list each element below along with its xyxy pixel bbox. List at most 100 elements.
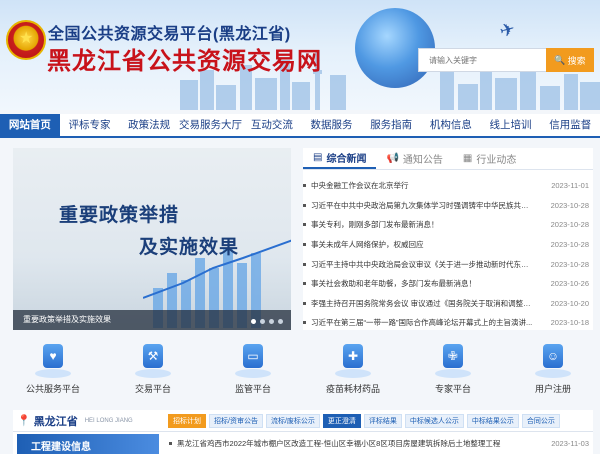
bullet [169, 441, 172, 445]
nav-service-guide[interactable]: 服务指南 [361, 114, 421, 136]
tab-evaluation-result[interactable]: 评标结果 [363, 413, 402, 428]
news-date: 2023-10-18 [550, 318, 589, 328]
service-label: 交易平台 [134, 384, 171, 394]
news-icon: ▤ [313, 152, 323, 163]
news-item[interactable]: 习近平在中共中央政治局第九次集体学习时强调铸牢中华民族共同... 2023-10-… [303, 196, 593, 216]
user-register-link[interactable]: ☺ 用户注册 [513, 338, 593, 402]
news-item[interactable]: 事关社会救助和老年助餐，多部门发布最新消息！ 2023-10-26 [303, 274, 593, 294]
trading-platform-link[interactable]: ⚒ 交易平台 [113, 338, 193, 402]
bullet [303, 321, 306, 325]
nav-institutions[interactable]: 机构信息 [421, 114, 481, 136]
nav-credit-supervision[interactable]: 信用监督 [540, 114, 600, 136]
tab-notices[interactable]: 📢 通知公告 [376, 148, 452, 169]
main-nav: 网站首页 评标专家 政策法规 交易服务大厅 互动交流 数据服务 服务指南 机构信… [0, 114, 600, 138]
emblem-star-icon: ★ [19, 30, 34, 47]
medical-kit-icon: ✙ [435, 342, 471, 378]
hand-heart-icon: ♥ [35, 342, 71, 378]
carousel-dots [251, 319, 283, 324]
news-item[interactable]: 事关未成年人网络保护，权威回应 2023-10-28 [303, 235, 593, 255]
bullet [303, 282, 306, 286]
site-title[interactable]: 黑龙江省公共资源交易网 [47, 41, 322, 76]
banner-headline-1: 重要政策举措 [59, 204, 180, 226]
trading-info-tabs: 招标计划 招标/资审公告 流标/废标公示 更正澄清 评标结果 中标候选人公示 中… [168, 413, 560, 428]
service-label: 用户注册 [534, 384, 571, 394]
news-item[interactable]: 习近平在第三届“一带一路”国际合作高峰论坛开幕式上的主旨演讲... 2023-10… [303, 313, 593, 333]
news-item[interactable]: 李强主持召开国务院常务会议 审议通过《国务院关于取消和调整一系... 2023-1… [303, 294, 593, 314]
vaccine-drugs-link[interactable]: ✚ 疫苗耗材药品 [313, 338, 393, 402]
tab-corrections[interactable]: 更正澄清 [322, 413, 361, 428]
carousel-dot[interactable] [278, 319, 283, 324]
search-icon: 🔍 [554, 54, 566, 65]
news-date: 2023-10-28 [550, 200, 589, 210]
trend-icon: ▦ [462, 153, 473, 164]
carousel-dot[interactable] [269, 319, 274, 324]
tab-award-notice[interactable]: 中标结果公示 [466, 413, 519, 428]
news-list: 中央金融工作会议在北京举行 2023-11-01 习近平在中共中央政治局第九次集体… [303, 170, 593, 333]
gavel-icon: ⚒ [135, 342, 171, 378]
tab-industry-news[interactable]: ▦ 行业动态 [453, 148, 526, 169]
bullet [303, 184, 306, 188]
search-input[interactable] [419, 49, 549, 71]
public-service-platform-link[interactable]: ♥ 公共服务平台 [13, 338, 93, 402]
trading-info-header: 📍 黑龙江省 HEI LONG JIANG 招标计划 招标/资审公告 流标/废标… [13, 410, 593, 432]
news-date: 2023-10-26 [550, 279, 589, 289]
news-date: 2023-10-28 [550, 259, 589, 269]
news-item[interactable]: 事关专利，刚刚多部门发布最新消息！ 2023-10-28 [303, 215, 593, 235]
news-item[interactable]: 中央金融工作会议在北京举行 2023-11-01 [303, 176, 593, 196]
supervision-platform-link[interactable]: ▭ 监管平台 [213, 338, 293, 402]
nav-interaction[interactable]: 互动交流 [242, 114, 302, 136]
location-pin-icon: 📍 [17, 415, 31, 427]
nav-data-services[interactable]: 数据服务 [302, 114, 362, 136]
news-title: 习近平在第三届“一带一路”国际合作高峰论坛开幕式上的主旨演讲... [311, 318, 533, 328]
news-date: 2023-10-28 [550, 240, 589, 250]
tab-general-news[interactable]: ▤ 综合新闻 [303, 148, 377, 169]
expert-platform-link[interactable]: ✙ 专家平台 [413, 338, 493, 402]
tab-label: 综合新闻 [326, 154, 367, 165]
news-title: 事关社会救助和老年助餐，多部门发布最新消息！ [311, 279, 476, 289]
trading-info-panel: 📍 黑龙江省 HEI LONG JIANG 招标计划 招标/资审公告 流标/废标… [13, 410, 593, 454]
nav-service-hall[interactable]: 交易服务大厅 [179, 114, 242, 136]
service-label: 公共服务平台 [25, 384, 80, 394]
news-title: 事关专利，刚刚多部门发布最新消息！ [311, 220, 439, 230]
megaphone-icon: 📢 [386, 153, 399, 164]
news-panel: ▤ 综合新闻 📢 通知公告 ▦ 行业动态 中央金融工作会议在北京举行 2023-1… [303, 148, 593, 330]
service-label: 监管平台 [234, 384, 271, 394]
bullet [303, 223, 306, 227]
news-date: 2023-10-28 [550, 220, 589, 230]
bullet [303, 301, 306, 305]
service-shortcuts: ♥ 公共服务平台 ⚒ 交易平台 ▭ 监管平台 ✚ 疫苗耗材药品 ✙ 专家平台 ☺… [13, 338, 593, 402]
region-name-en: HEI LONG JIANG [84, 417, 133, 424]
tab-tender-notice[interactable]: 招标/资审公告 [209, 413, 263, 428]
nav-experts[interactable]: 评标专家 [60, 114, 120, 136]
tab-candidate-notice[interactable]: 中标候选人公示 [404, 413, 464, 428]
news-date: 2023-11-01 [551, 181, 589, 191]
monitor-chart-icon: ▭ [235, 342, 271, 378]
search-button[interactable]: 🔍 搜索 [546, 48, 594, 72]
bullet [303, 262, 306, 266]
news-item[interactable]: 习近平主持中共中央政治局会议审议《关于进一步推动新时代东北全面... 2023-1… [303, 254, 593, 274]
banner-caption[interactable]: 重要政策举措及实施效果 [13, 310, 291, 330]
tab-label: 通知公告 [402, 155, 443, 166]
banner-carousel[interactable]: 重要政策举措 及实施效果 重要政策举措及实施效果 [13, 148, 291, 330]
service-label: 专家平台 [434, 384, 471, 394]
nav-home[interactable]: 网站首页 [0, 114, 60, 136]
search-button-label: 搜索 [567, 55, 586, 66]
region-selector[interactable]: 📍 黑龙江省 HEI LONG JIANG [13, 413, 168, 429]
nav-policies[interactable]: 政策法规 [119, 114, 179, 136]
tab-failed-bid[interactable]: 流标/废标公示 [265, 413, 320, 428]
news-title: 李强主持召开国务院常务会议 审议通过《国务院关于取消和调整一系... [311, 298, 533, 308]
trading-item[interactable]: 黑龙江省鸡西市2022年城市棚户区改造工程-恒山区幸福小区8区项目房屋建筑拆除后… [159, 432, 593, 454]
carousel-dot[interactable] [260, 319, 265, 324]
tab-contract-notice[interactable]: 合同公示 [521, 413, 560, 428]
tab-label: 行业动态 [476, 155, 517, 166]
trading-item-title: 黑龙江省鸡西市2022年城市棚户区改造工程-恒山区幸福小区8区项目房屋建筑拆除后… [177, 438, 501, 448]
carousel-dot[interactable] [251, 319, 256, 324]
banner-headline-2: 及实施效果 [139, 236, 240, 258]
news-date: 2023-10-20 [550, 298, 589, 308]
region-name: 黑龙江省 [33, 415, 78, 428]
news-title: 习近平在中共中央政治局第九次集体学习时强调铸牢中华民族共同... [311, 200, 533, 210]
category-engineering-construction[interactable]: 工程建设信息 [17, 434, 159, 454]
service-label: 疫苗耗材药品 [325, 384, 380, 394]
nav-online-training[interactable]: 线上培训 [481, 114, 541, 136]
tab-tender-plan[interactable]: 招标计划 [168, 413, 206, 428]
